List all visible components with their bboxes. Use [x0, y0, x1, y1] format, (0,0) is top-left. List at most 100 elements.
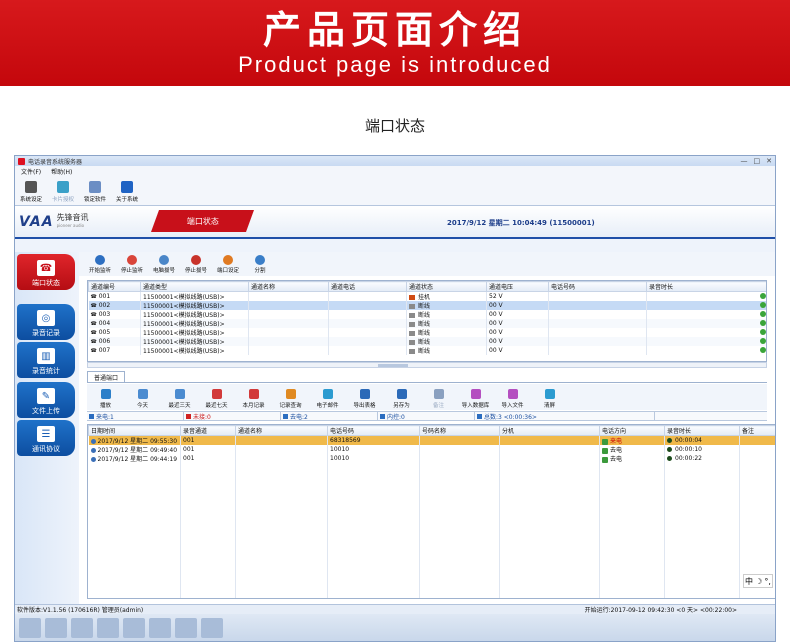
records-cell-ext — [499, 445, 600, 454]
play-status-icon[interactable] — [760, 319, 766, 326]
play-status-icon[interactable] — [760, 346, 766, 353]
save-as-button[interactable]: 另存为 — [383, 389, 420, 410]
table-row[interactable]: ☎ 005 11500001<模拟线路(USB)> 断线 00 V — [88, 328, 766, 337]
cell-text: 11500001<模拟线路(USB)> — [143, 294, 225, 301]
dial-button[interactable]: 电脑拔号 — [149, 255, 179, 276]
calendar-3-icon — [174, 389, 185, 399]
play-status-icon[interactable] — [760, 337, 766, 344]
calendar-month-button[interactable]: 本月记录 — [235, 389, 272, 410]
play-status-icon[interactable] — [760, 292, 766, 299]
records-column-header[interactable]: 电话号码 — [327, 425, 420, 436]
taskbar-item[interactable] — [45, 618, 67, 638]
ime-indicator[interactable]: 中 ☽ °, — [743, 574, 773, 588]
empty-cell — [235, 471, 328, 479]
records-column-header[interactable]: 录音通道 — [180, 425, 236, 436]
speaker-button[interactable]: 停止监听 — [117, 255, 147, 276]
ports-column-header[interactable]: 电话号码 — [548, 281, 647, 292]
empty-cell — [599, 495, 665, 503]
taskbar-item[interactable] — [149, 618, 171, 638]
ports-cell-name — [248, 291, 329, 301]
records-column-header[interactable]: 录音时长 — [664, 425, 740, 436]
taskbar-item[interactable] — [123, 618, 145, 638]
ports-column-header[interactable]: 录音时长 — [646, 281, 766, 292]
sidenav-item-2[interactable]: ▥ 录音统计 — [17, 342, 75, 378]
ports-column-header[interactable]: 通道电压 — [486, 281, 549, 292]
sidenav-item-0[interactable]: ☎ 端口状态 — [17, 254, 75, 290]
table-row[interactable]: ☎ 002 11500001<模拟线路(USB)> 断线 00 V — [88, 301, 766, 310]
gear-button[interactable]: 系统设定 — [17, 177, 45, 205]
ports-column-header[interactable]: 通道状态 — [406, 281, 487, 292]
side-navigation: ☎ 端口状态 ◎ 录音记录 ▥ 录音统计 ✎ 文件上传 ☰ 通讯协议 — [15, 252, 79, 622]
records-cell-datetime: 2017/9/12 星期二 09:44:19 — [88, 454, 181, 463]
taskbar-item[interactable] — [201, 618, 223, 638]
taskbar-item[interactable] — [97, 618, 119, 638]
ports-column-header[interactable]: 通道电话 — [328, 281, 407, 292]
table-row[interactable]: 2017/9/12 星期二 09:44:19 001 10010 去电 00:00:22… — [88, 454, 775, 463]
port-tabs: 普通端口 — [87, 371, 767, 383]
calendar-3-button[interactable]: 最近三天 — [161, 389, 198, 410]
horizontal-scrollbar[interactable] — [87, 362, 767, 368]
port-setting-button[interactable]: 端口设定 — [213, 255, 243, 276]
empty-cell — [664, 551, 740, 559]
import-file-button[interactable]: 导入文件 — [494, 389, 531, 410]
ports-cell-number — [548, 346, 647, 355]
info-button[interactable]: 关于系统 — [113, 177, 141, 205]
records-column-header[interactable]: 通道名称 — [235, 425, 328, 436]
stop-dial-icon — [191, 255, 201, 265]
records-column-header[interactable]: 分机 — [499, 425, 600, 436]
clear-button[interactable]: 清屏 — [531, 389, 568, 410]
calendar-today-button[interactable]: 今天 — [124, 389, 161, 410]
sidenav-item-4[interactable]: ☰ 通讯协议 — [17, 420, 75, 456]
mail-button[interactable]: 电子邮件 — [309, 389, 346, 410]
ports-column-header[interactable]: 通道类型 — [140, 281, 249, 292]
taskbar-item[interactable] — [19, 618, 41, 638]
records-column-header[interactable]: 备注 — [739, 425, 775, 436]
search-button[interactable]: 记录查询 — [272, 389, 309, 410]
ports-column-header[interactable]: 通道名称 — [248, 281, 329, 292]
sidenav-item-1[interactable]: ◎ 录音记录 — [17, 304, 75, 340]
card-button[interactable]: 卡片授权 — [49, 177, 77, 205]
calendar-7-button[interactable]: 最近七天 — [198, 389, 235, 410]
empty-cell — [327, 503, 420, 511]
empty-cell — [739, 503, 775, 511]
minimize-button[interactable]: — — [741, 157, 748, 165]
export-button[interactable]: 导出表格 — [346, 389, 383, 410]
menu-file[interactable]: 文件(F) — [21, 167, 41, 176]
table-row[interactable]: 2017/9/12 星期二 09:49:40 001 10010 去电 00:00:10… — [88, 445, 775, 454]
table-row[interactable]: 2017/9/12 星期二 09:55:30 001 68318569 来电 00:00… — [88, 435, 775, 445]
empty-cell — [235, 487, 328, 495]
records-column-header[interactable]: 电话方向 — [599, 425, 665, 436]
table-row[interactable]: ☎ 007 11500001<模拟线路(USB)> 断线 00 V — [88, 346, 766, 355]
table-row[interactable]: ☎ 003 11500001<模拟线路(USB)> 断线 00 V — [88, 310, 766, 319]
close-button[interactable]: ✕ — [766, 157, 772, 165]
sidenav-item-3[interactable]: ✎ 文件上传 — [17, 382, 75, 418]
headphone-button[interactable]: 开始监听 — [85, 255, 115, 276]
note-button[interactable]: 备注 — [420, 389, 457, 410]
wrench-icon: ✎ — [37, 388, 55, 404]
ports-cell-phone — [328, 346, 407, 355]
empty-cell — [180, 567, 236, 575]
table-row[interactable]: ☎ 004 11500001<模拟线路(USB)> 断线 00 V — [88, 319, 766, 328]
split-button[interactable]: 分割 — [245, 255, 275, 276]
play-status-icon[interactable] — [760, 301, 766, 308]
cell-text: 11500001<模拟线路(USB)> — [143, 339, 225, 346]
lock-button[interactable]: 锁定软件 — [81, 177, 109, 205]
ports-cell-status: 断线 — [406, 328, 487, 337]
play-status-icon[interactable] — [760, 328, 766, 335]
stop-dial-button[interactable]: 停止拔号 — [181, 255, 211, 276]
table-row[interactable]: ☎ 006 11500001<模拟线路(USB)> 断线 00 V — [88, 337, 766, 346]
scrollbar-thumb[interactable] — [378, 364, 408, 367]
ports-column-header[interactable]: 通道编号 — [88, 281, 141, 292]
records-column-header[interactable]: 号码名称 — [419, 425, 500, 436]
menu-help[interactable]: 帮助(H) — [51, 167, 72, 176]
import-db-button[interactable]: 导入数据库 — [457, 389, 494, 410]
maximize-button[interactable]: □ — [754, 157, 761, 165]
play-button[interactable]: 播放 — [87, 389, 124, 410]
taskbar-item[interactable] — [71, 618, 93, 638]
taskbar-item[interactable] — [175, 618, 197, 638]
table-row[interactable]: ☎ 001 11500001<模拟线路(USB)> 挂机 52 V — [88, 291, 766, 301]
ports-cell-status: 挂机 — [406, 291, 487, 301]
tab-normal-port[interactable]: 普通端口 — [87, 371, 126, 382]
records-column-header[interactable]: 日期时间 — [88, 425, 181, 436]
play-status-icon[interactable] — [760, 310, 766, 317]
